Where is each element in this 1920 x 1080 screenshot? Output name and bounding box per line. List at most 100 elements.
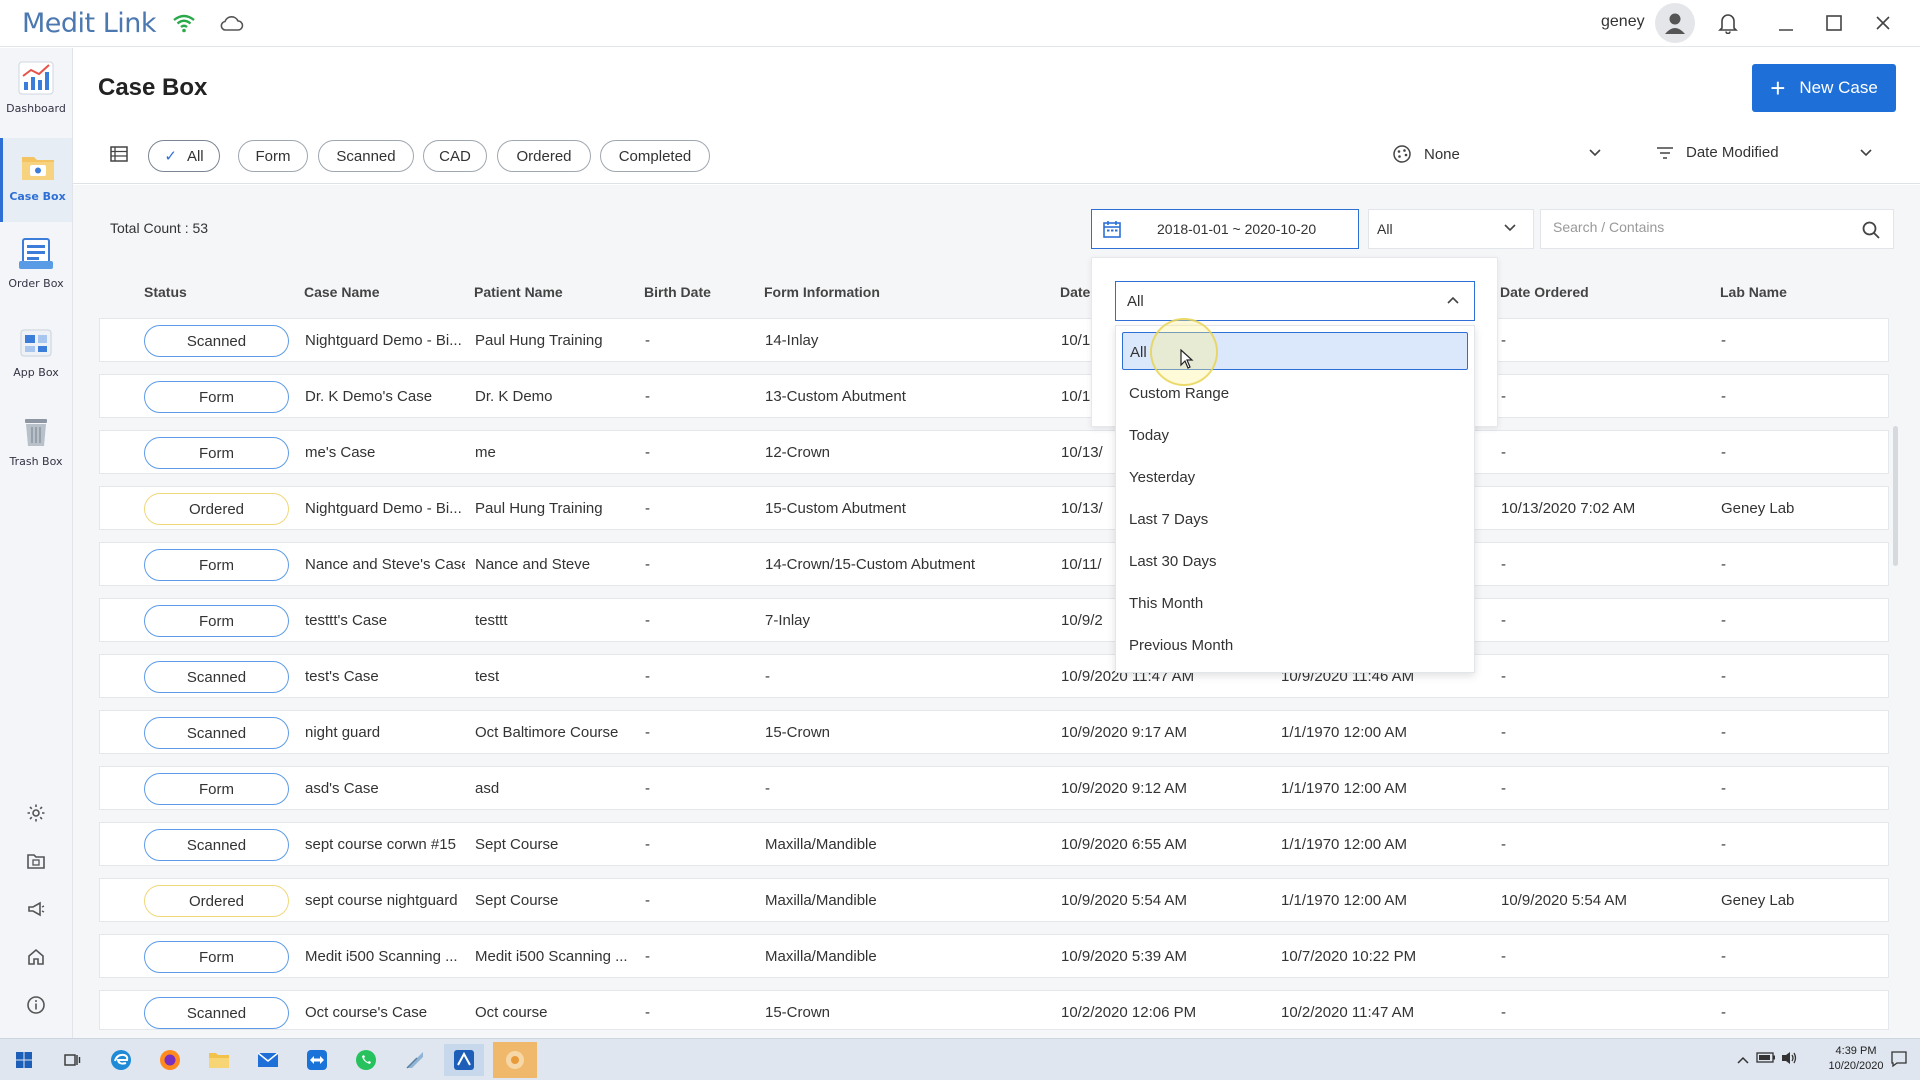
maximize-icon[interactable] <box>1825 14 1843 32</box>
header-lab-name[interactable]: Lab Name <box>1720 284 1787 300</box>
search-input[interactable] <box>1553 219 1843 235</box>
date-filter-value: All <box>1127 293 1144 310</box>
table-row[interactable]: Ordered Nightguard Demo - Bi... Paul Hun… <box>99 486 1889 530</box>
sidebar-item-case-box[interactable]: Case Box <box>0 138 72 222</box>
table-row[interactable]: Form me's Case me - 12-Crown 10/13/ - - <box>99 430 1889 474</box>
patient-name-cell: asd <box>475 780 500 797</box>
home-icon[interactable] <box>22 943 50 971</box>
table-row[interactable]: Scanned night guard Oct Baltimore Course… <box>99 710 1889 754</box>
new-case-button[interactable]: + New Case <box>1752 64 1896 112</box>
speaker-icon[interactable] <box>1780 1050 1798 1071</box>
header-case-name[interactable]: Case Name <box>304 284 380 300</box>
whatsapp-icon[interactable] <box>346 1044 386 1076</box>
sort-by-dropdown[interactable]: Date Modified <box>1656 144 1896 161</box>
birth-date-cell: - <box>645 836 650 853</box>
sidebar-item-dashboard[interactable]: Dashboard <box>0 50 72 134</box>
date-modified-cell: 10/9/2020 6:55 AM <box>1061 836 1187 853</box>
status-badge: Form <box>144 605 289 637</box>
status-badge: Ordered <box>144 493 289 525</box>
date-option-last-30-days[interactable]: Last 30 Days <box>1122 542 1468 580</box>
clock[interactable]: 4:39 PM 10/20/2020 <box>1822 1044 1890 1074</box>
chip-label: CAD <box>439 147 471 165</box>
patient-name-cell: Sept Course <box>475 892 559 909</box>
status-badge: Form <box>144 437 289 469</box>
lab-name-cell: - <box>1721 612 1726 629</box>
close-icon[interactable] <box>1874 14 1892 32</box>
birth-date-cell: - <box>645 780 650 797</box>
date-ordered-cell: - <box>1501 724 1506 741</box>
header-date-ordered[interactable]: Date Ordered <box>1500 284 1589 300</box>
chip-ordered[interactable]: Ordered <box>497 140 591 172</box>
search-icon[interactable] <box>1861 220 1881 245</box>
table-row[interactable]: Scanned sept course corwn #15 Sept Cours… <box>99 822 1889 866</box>
user-name[interactable]: geney <box>1601 13 1645 31</box>
date-option-yesterday[interactable]: Yesterday <box>1122 458 1468 496</box>
info-icon[interactable] <box>22 991 50 1019</box>
scrollbar[interactable] <box>1893 426 1898 566</box>
chip-completed[interactable]: Completed <box>600 140 710 172</box>
check-icon: ✓ <box>164 148 177 165</box>
sidebar-item-label: App Box <box>13 366 59 379</box>
minimize-icon[interactable] <box>1776 14 1796 34</box>
chip-all[interactable]: ✓ All <box>148 140 220 172</box>
birth-date-cell: - <box>645 724 650 741</box>
sort-by-value: Date Modified <box>1686 144 1779 161</box>
header-date[interactable]: Date <box>1060 284 1090 300</box>
date-option-last-7-days[interactable]: Last 7 Days <box>1122 500 1468 538</box>
lab-name-cell: - <box>1721 444 1726 461</box>
chevron-up-icon[interactable] <box>1736 1052 1750 1070</box>
megaphone-icon[interactable] <box>22 895 50 923</box>
sidebar-item-trash-box[interactable]: Trash Box <box>0 403 72 487</box>
status-badge: Scanned <box>144 829 289 861</box>
medit-link-icon[interactable] <box>444 1044 484 1076</box>
lab-name-cell: - <box>1721 1004 1726 1021</box>
file-explorer-icon[interactable] <box>199 1044 239 1076</box>
header-patient-name[interactable]: Patient Name <box>474 284 563 300</box>
chip-cad[interactable]: CAD <box>423 140 487 172</box>
cloud-icon[interactable] <box>218 13 244 33</box>
table-row[interactable]: Form Dr. K Demo's Case Dr. K Demo - 13-C… <box>99 374 1889 418</box>
table-row[interactable]: Form testtt's Case testtt - 7-Inlay 10/9… <box>99 598 1889 642</box>
date-option-today[interactable]: Today <box>1122 416 1468 454</box>
table-row[interactable]: Scanned Oct course's Case Oct course - 1… <box>99 990 1889 1030</box>
app-icon[interactable] <box>395 1044 435 1076</box>
chip-scanned[interactable]: Scanned <box>318 140 414 172</box>
header-form-information[interactable]: Form Information <box>764 284 880 300</box>
battery-icon[interactable] <box>1756 1050 1776 1069</box>
date-filter-select[interactable]: All <box>1115 281 1475 321</box>
table-row[interactable]: Form Medit i500 Scanning ... Medit i500 … <box>99 934 1889 978</box>
settings-icon[interactable] <box>22 799 50 827</box>
table-row[interactable]: Ordered sept course nightguard Sept Cour… <box>99 878 1889 922</box>
chip-form[interactable]: Form <box>238 140 308 172</box>
header-birth-date[interactable]: Birth Date <box>644 284 711 300</box>
mail-icon[interactable] <box>248 1044 288 1076</box>
total-count: Total Count : 53 <box>110 220 209 236</box>
folder-icon[interactable] <box>22 847 50 875</box>
firefox-icon[interactable] <box>150 1044 190 1076</box>
teamviewer-icon[interactable] <box>297 1044 337 1076</box>
list-view-icon[interactable] <box>109 145 129 168</box>
status-badge: Scanned <box>144 661 289 693</box>
bell-icon[interactable] <box>1718 12 1738 34</box>
lab-name-cell: - <box>1721 948 1726 965</box>
chip-label: Completed <box>618 147 692 165</box>
date-option-this-month[interactable]: This Month <box>1122 584 1468 622</box>
active-app-icon[interactable] <box>493 1042 537 1078</box>
case-name-cell: sept course corwn #15 <box>305 836 456 853</box>
date-range-picker[interactable]: 2018-01-01 ~ 2020-10-20 <box>1091 209 1359 249</box>
notification-icon[interactable] <box>1890 1050 1908 1073</box>
header-status[interactable]: Status <box>144 284 187 300</box>
type-select[interactable]: All <box>1368 209 1534 249</box>
table-row[interactable]: Form Nance and Steve's Case Nance and St… <box>99 542 1889 586</box>
table-row[interactable]: Scanned test's Case test - - 10/9/2020 1… <box>99 654 1889 698</box>
sidebar-item-app-box[interactable]: App Box <box>0 314 72 398</box>
table-row[interactable]: Scanned Nightguard Demo - Bi... Paul Hun… <box>99 318 1889 362</box>
table-row[interactable]: Form asd's Case asd - - 10/9/2020 9:12 A… <box>99 766 1889 810</box>
date-option-previous-month[interactable]: Previous Month <box>1122 626 1468 664</box>
windows-start-icon[interactable] <box>4 1044 44 1076</box>
case-box-icon <box>21 157 54 180</box>
edge-icon[interactable] <box>101 1044 141 1076</box>
user-avatar[interactable] <box>1655 3 1695 43</box>
task-view-icon[interactable] <box>52 1044 92 1076</box>
group-by-dropdown[interactable]: None <box>1392 144 1632 164</box>
